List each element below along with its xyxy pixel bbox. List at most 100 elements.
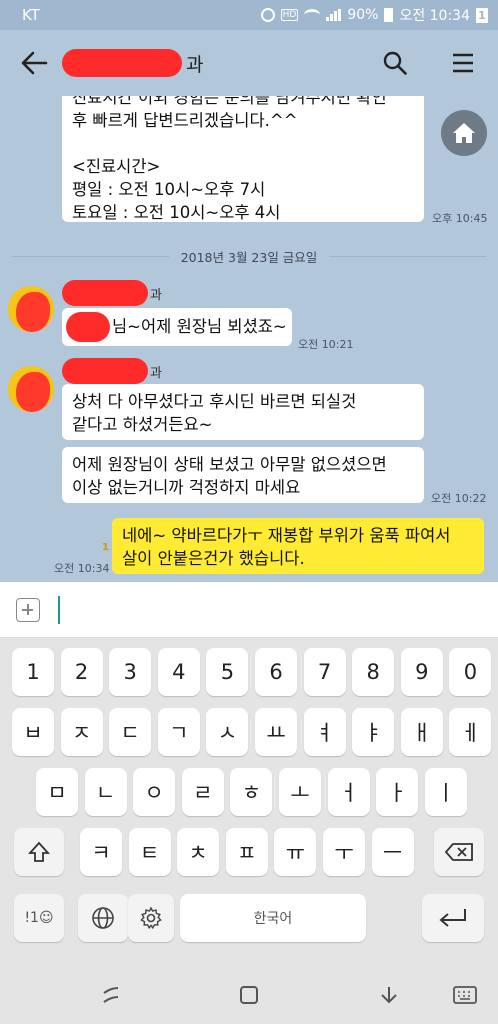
recent-apps-button[interactable] (98, 982, 124, 1008)
globe-icon (92, 907, 114, 929)
message-bubble[interactable]: 님~어제 원장님 뵈셨죠~ (62, 308, 292, 346)
letter-key[interactable]: ㅂ (12, 708, 54, 756)
shift-key[interactable] (14, 828, 64, 876)
sender-name: 과 (62, 280, 162, 306)
letter-key[interactable]: ㅊ (177, 828, 220, 876)
backspace-key[interactable] (434, 828, 484, 876)
chevron-down-icon (381, 987, 397, 1004)
letter-key[interactable]: ㅣ (424, 768, 467, 816)
chat-title: 과 (62, 48, 203, 78)
gear-icon (140, 906, 162, 930)
letter-key[interactable]: ㄹ (181, 768, 224, 816)
enter-icon (439, 909, 466, 927)
hide-keyboard-button[interactable] (376, 982, 402, 1008)
message-time: 오전 10:21 (298, 338, 354, 351)
letter-key[interactable]: ㅈ (60, 708, 103, 756)
message-time: 오전 10:34 (54, 562, 110, 575)
avatar[interactable] (8, 366, 54, 412)
enter-key[interactable] (422, 894, 484, 942)
letter-key[interactable]: ㄷ (109, 708, 152, 756)
letter-key[interactable]: ㅋ (80, 828, 122, 876)
read-count: 1 (102, 542, 109, 553)
home-nav-button[interactable] (236, 982, 262, 1008)
keyboard-icon (453, 986, 477, 1004)
number-key[interactable]: 6 (255, 648, 297, 696)
message-bubble[interactable]: 상처 다 아무셨다고 후시딘 바르면 되실것 같다고 하셨거든요~ (62, 384, 424, 440)
attach-plus-icon[interactable] (16, 598, 40, 622)
letter-key[interactable]: ㅕ (303, 708, 346, 756)
letter-key[interactable]: ㅓ (327, 768, 370, 816)
redacted-name (62, 358, 148, 384)
keyboard-switch-button[interactable] (452, 982, 478, 1008)
shift-icon (28, 841, 50, 862)
chat-area[interactable]: 진료시간 이외 경험은 문의를 남겨주시면 확인 후 빠르게 답변드리겠습니다.… (0, 96, 498, 582)
recent-apps-icon (103, 987, 119, 1003)
menu-icon[interactable] (450, 50, 476, 76)
avatar[interactable] (8, 286, 54, 332)
number-key[interactable]: 9 (400, 648, 443, 696)
symbols-key[interactable]: !1☺ (14, 894, 64, 942)
number-key[interactable]: 5 (206, 648, 249, 696)
carrier-label: KT (22, 6, 40, 24)
message-time: 오전 10:22 (431, 492, 487, 505)
message-input[interactable] (62, 592, 482, 628)
chat-header: 과 (0, 30, 498, 96)
letter-key[interactable]: ㅎ (230, 768, 273, 816)
keyboard: 1234567890 ㅂㅈㄷㄱㅅㅛㅕㅑㅐㅔ ㅁㄴㅇㄹㅎㅗㅓㅏㅣ ㅋㅌㅊㅍㅠㅜㅡ … (0, 638, 498, 966)
letter-key[interactable]: ㄴ (84, 768, 127, 816)
letter-key[interactable]: ㅡ (371, 828, 414, 876)
alarm-icon (260, 8, 275, 22)
letter-key[interactable]: ㅏ (376, 768, 419, 816)
letter-key[interactable]: ㅑ (352, 708, 395, 756)
back-arrow-icon[interactable] (20, 50, 48, 76)
redacted-name (62, 49, 182, 77)
status-icons: HD 90% 오전 10:34 1 (260, 5, 488, 25)
hd-voice-icon: HD (280, 9, 299, 21)
settings-key[interactable] (128, 894, 174, 942)
number-key[interactable]: 7 (303, 648, 346, 696)
my-message-bubble[interactable]: 네에~ 약바르다가ㅜ 재봉합 부위가 움푹 파여서 살이 안붙은건가 했습니다. (112, 518, 484, 574)
signal-icon (326, 9, 342, 21)
language-key[interactable] (78, 894, 128, 942)
text-caret (58, 596, 60, 624)
chat-title-suffix: 과 (186, 53, 204, 76)
home-square-icon (240, 986, 258, 1004)
wifi-icon (304, 9, 321, 21)
system-nav-bar (0, 966, 498, 1024)
home-icon (453, 123, 475, 143)
letter-key[interactable]: ㅅ (206, 708, 249, 756)
sender-name: 과 (62, 358, 162, 384)
letter-key[interactable]: ㅍ (225, 828, 268, 876)
number-key[interactable]: 4 (157, 648, 200, 696)
letter-key[interactable]: ㅁ (36, 768, 78, 816)
letter-key[interactable]: ㅠ (274, 828, 317, 876)
number-key[interactable]: 3 (109, 648, 152, 696)
search-icon[interactable] (382, 50, 408, 76)
clock: 오전 10:34 (399, 8, 470, 24)
letter-key[interactable]: ㅛ (255, 708, 297, 756)
letter-key[interactable]: ㅜ (323, 828, 365, 876)
number-key[interactable]: 1 (12, 648, 54, 696)
letter-key[interactable]: ㄱ (157, 708, 200, 756)
number-key[interactable]: 2 (60, 648, 103, 696)
backspace-icon (445, 843, 473, 861)
letter-key[interactable]: ㅌ (128, 828, 171, 876)
home-button[interactable] (441, 110, 487, 156)
number-key[interactable]: 0 (449, 648, 492, 696)
number-key[interactable]: 8 (352, 648, 395, 696)
status-bar: KT HD 90% 오전 10:34 1 (0, 0, 498, 30)
letter-key[interactable]: ㅇ (133, 768, 176, 816)
message-time: 오후 10:45 (432, 212, 488, 225)
redacted-name (62, 280, 148, 306)
message-bubble[interactable]: 진료시간 이외 경험은 문의를 남겨주시면 확인 후 빠르게 답변드리겠습니다.… (62, 96, 424, 222)
battery-percent: 90% (347, 7, 379, 23)
letter-key[interactable]: ㅐ (400, 708, 443, 756)
date-separator-label: 2018년 3월 23일 금요일 (180, 249, 318, 265)
message-bubble[interactable]: 어제 원장님이 상태 보셨고 아무말 없으셨으면 이상 없는거니까 걱정하지 마… (62, 447, 424, 503)
letter-key[interactable]: ㅗ (279, 768, 321, 816)
space-key[interactable]: 한국어 (180, 894, 366, 942)
letter-key[interactable]: ㅔ (449, 708, 492, 756)
date-separator: 2018년 3월 23일 금요일 (0, 246, 498, 266)
notification-badge: 1 (476, 7, 488, 23)
message-input-bar (0, 582, 498, 638)
